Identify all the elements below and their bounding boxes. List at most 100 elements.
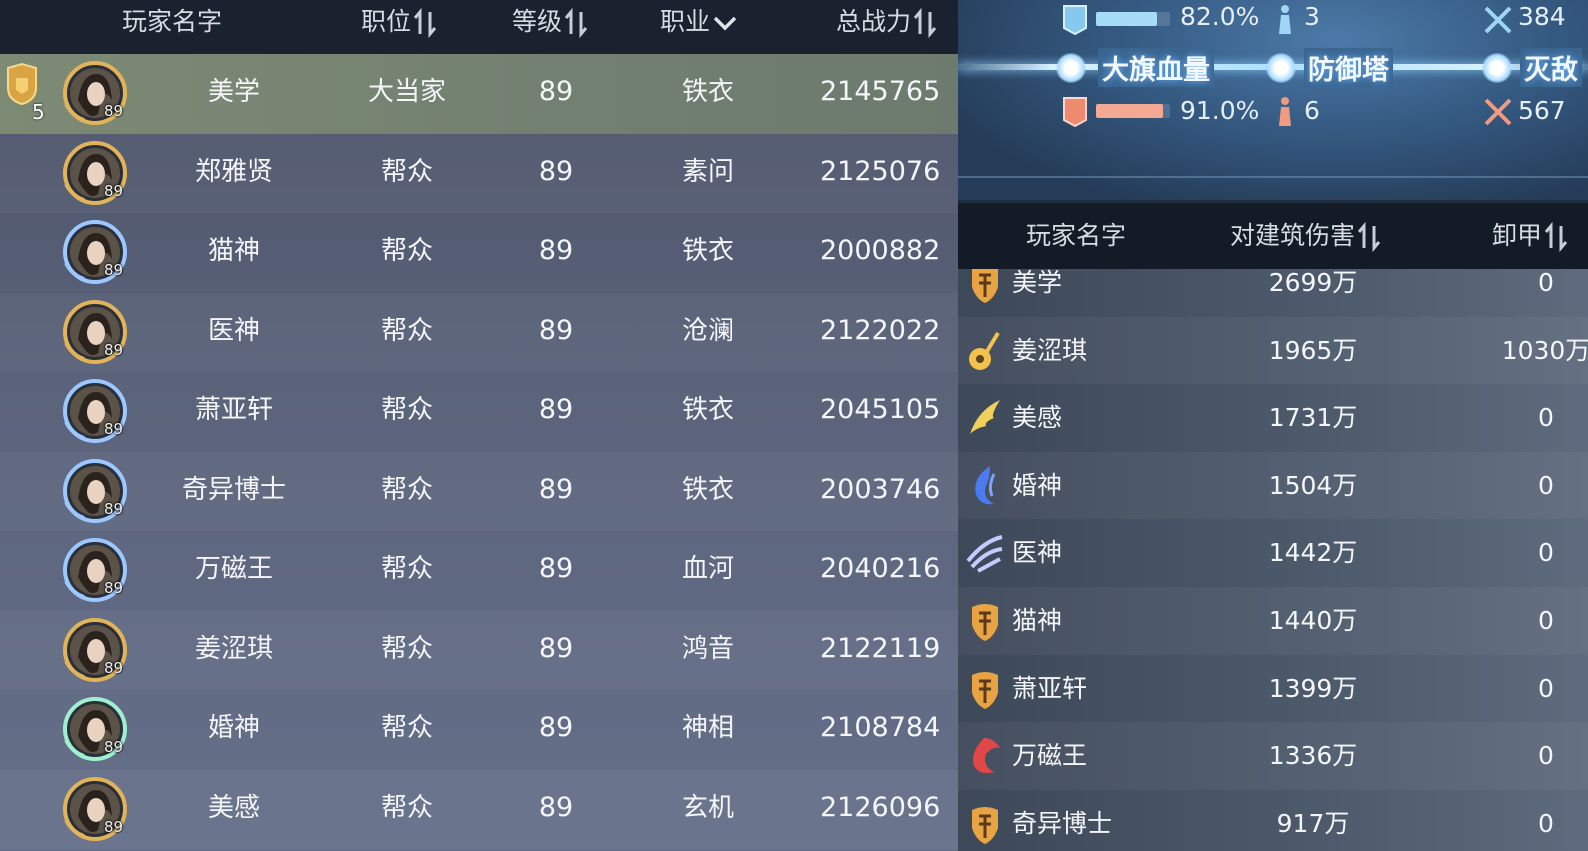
avatar-level: 89 <box>104 738 124 756</box>
member-class: 铁衣 <box>681 395 734 425</box>
avatar-level: 89 <box>104 181 124 200</box>
damage-row[interactable]: 猫神 1440万 0 <box>958 587 1588 655</box>
red-flag-hp: 91.0% <box>1180 96 1260 125</box>
member-power: 2045105 <box>820 394 941 425</box>
player-name: 医神 <box>1012 538 1063 568</box>
building-damage: 2699万 <box>1268 269 1358 297</box>
blue-tower-count: 3 <box>1304 2 1320 31</box>
member-row[interactable]: 89 萧亚轩 帮众 89 铁衣 2045105 <box>0 372 958 452</box>
damage-row[interactable]: 医神 1442万 0 <box>958 519 1588 587</box>
member-power: 2122022 <box>820 314 941 346</box>
red-tower-count: 6 <box>1304 96 1320 125</box>
avatar-level: 89 <box>104 499 124 518</box>
member-name: 医神 <box>207 315 260 346</box>
member-class: 神相 <box>681 713 734 743</box>
avatar-level: 89 <box>104 102 124 120</box>
header-class-filter[interactable]: 职业 <box>660 0 738 54</box>
sort-icon <box>564 8 588 38</box>
armor-break: 1030万 <box>1501 335 1588 365</box>
damage-list[interactable]: 美学 2699万 0 姜涩琪 1965万 1030万 美感 1731万 0 婚神 1504万 0 医神 1… <box>958 269 1588 851</box>
armor-break: 0 <box>1538 808 1554 838</box>
member-row[interactable]: 89 医神 帮众 89 沧澜 2122022 <box>0 293 958 373</box>
member-name: 奇异博士 <box>181 474 286 505</box>
member-level: 89 <box>538 473 574 505</box>
header-position-sort[interactable]: 职位 <box>361 0 440 54</box>
member-row[interactable]: 89 万磁王 帮众 89 血河 2040216 <box>0 531 958 611</box>
header-name: 玩家名字 <box>122 7 223 36</box>
tieyi-icon <box>972 269 998 303</box>
avatar-level: 89 <box>104 579 124 597</box>
armor-break: 0 <box>1538 741 1554 771</box>
blue-flag-hp-track <box>1096 12 1170 26</box>
canglan-icon <box>966 535 1003 574</box>
armor-break: 0 <box>1538 403 1554 433</box>
member-class: 沧澜 <box>681 315 734 346</box>
player-name: 奇异博士 <box>1012 808 1113 838</box>
blue-flag-shield-icon <box>1063 5 1087 36</box>
armor-break: 0 <box>1538 269 1554 297</box>
header-armor-break-sort[interactable]: 卸甲 <box>1492 203 1571 269</box>
avatar-level: 89 <box>104 817 124 836</box>
hongyin-icon <box>969 331 1000 370</box>
member-class: 血河 <box>681 554 734 584</box>
member-row[interactable]: 89 奇异博士 帮众 89 铁衣 2003746 <box>0 452 958 532</box>
tieyi-icon <box>972 671 998 709</box>
avatar-level: 89 <box>104 420 124 438</box>
building-damage: 1504万 <box>1268 470 1358 500</box>
damage-row[interactable]: 奇异博士 917万 0 <box>958 790 1588 851</box>
damage-row[interactable]: 美学 2699万 0 <box>958 269 1588 317</box>
blue-kill-count: 384 <box>1518 2 1566 31</box>
member-name: 猫神 <box>207 236 260 266</box>
objective-scoreboard: 82.0% 3 384 大旗血量 防御塔 灭敌 91.0% 6 567 <box>958 0 1588 200</box>
building-damage: 1965万 <box>1268 335 1358 365</box>
guild-member-panel: 玩家名字 职位 等级 职业 总战力 5 89 美学 大当家 89 铁衣 2145765 8… <box>0 0 958 851</box>
member-row[interactable]: 89 婚神 帮众 89 神相 2108784 <box>0 690 958 770</box>
player-name: 萧亚轩 <box>1012 673 1088 703</box>
damage-row[interactable]: 姜涩琪 1965万 1030万 <box>958 316 1588 385</box>
member-table-header: 玩家名字 职位 等级 职业 总战力 <box>0 0 958 54</box>
damage-row[interactable]: 万磁王 1336万 0 <box>958 722 1588 790</box>
rank-number: 5 <box>32 100 45 124</box>
member-level: 89 <box>538 712 574 743</box>
member-level: 89 <box>538 76 574 107</box>
avatar-level: 89 <box>104 658 124 677</box>
member-power: 2000882 <box>820 235 941 266</box>
flag-hp-label: 大旗血量 <box>1098 48 1214 87</box>
member-name: 郑雅贤 <box>194 156 273 187</box>
member-name: 婚神 <box>207 713 260 743</box>
sort-icon <box>1357 222 1381 252</box>
member-position: 帮众 <box>380 713 433 743</box>
member-row[interactable]: 89 美感 帮众 89 玄机 2126096 <box>0 770 958 850</box>
member-class: 素问 <box>681 156 734 187</box>
panel-divider <box>958 176 1588 178</box>
kill-label: 灭敌 <box>1520 48 1582 87</box>
member-row[interactable]: 89 猫神 帮众 89 铁衣 2000882 <box>0 213 958 293</box>
red-flag-hp-bar <box>1096 104 1164 118</box>
damage-row[interactable]: 美感 1731万 0 <box>958 384 1588 452</box>
member-row[interactable]: 89 姜涩琪 帮众 89 鸿音 2122119 <box>0 611 958 691</box>
damage-row[interactable]: 婚神 1504万 0 <box>958 451 1588 520</box>
avatar-level: 89 <box>104 340 124 359</box>
member-power: 2122119 <box>820 632 941 664</box>
member-position: 帮众 <box>380 633 433 664</box>
flag-objective-marker <box>1056 53 1086 83</box>
building-damage: 1440万 <box>1268 606 1358 635</box>
tieyi-icon <box>972 806 998 844</box>
member-class: 铁衣 <box>681 474 734 505</box>
header-power-sort[interactable]: 总战力 <box>836 0 940 54</box>
armor-break: 0 <box>1538 673 1554 703</box>
member-power: 2145765 <box>820 76 941 107</box>
member-position: 帮众 <box>380 554 433 584</box>
sort-icon <box>913 8 937 38</box>
member-class: 铁衣 <box>681 77 734 107</box>
member-row[interactable]: 5 89 美学 大当家 89 铁衣 2145765 <box>0 54 958 134</box>
player-name: 姜涩琪 <box>1012 335 1088 365</box>
header-building-damage-sort[interactable]: 对建筑伤害 <box>1230 203 1384 269</box>
battle-stats-panel: 82.0% 3 384 大旗血量 防御塔 灭敌 91.0% 6 567 玩家名字… <box>958 0 1588 851</box>
damage-row[interactable]: 萧亚轩 1399万 0 <box>958 655 1588 723</box>
header-level-sort[interactable]: 等级 <box>512 0 591 54</box>
member-row[interactable]: 89 郑雅贤 帮众 89 素问 2125076 <box>0 134 958 214</box>
building-damage: 1399万 <box>1268 673 1358 703</box>
red-flag-shield-icon <box>1063 97 1087 128</box>
member-class: 鸿音 <box>681 633 734 664</box>
